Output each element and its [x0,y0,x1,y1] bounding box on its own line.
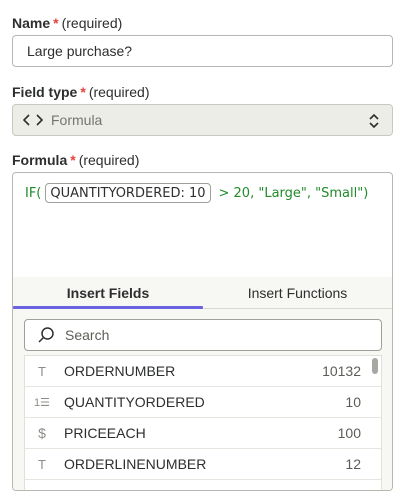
field-type-label: Field type * (required) [12,84,150,100]
required-asterisk: * [80,84,86,100]
name-input-value: Large purchase? [27,43,133,59]
search-input[interactable]: Search [24,319,382,351]
formula-expression[interactable]: IF( QUANTITYORDERED: 10 > 20, "Large", "… [25,183,368,203]
formula-label-text: Formula [12,152,68,168]
search-icon [37,326,55,344]
chevron-up-down-icon [368,112,380,133]
formula-prefix: IF( [25,185,42,201]
search-placeholder: Search [65,327,110,343]
name-input[interactable]: Large purchase? [12,35,393,67]
required-asterisk: * [70,152,76,168]
field-type-value: Formula [51,112,103,128]
list-item[interactable]: T ORDERLINENUMBER 12 [25,449,381,480]
insert-tabs: Insert Fields Insert Functions [13,277,392,309]
field-name: QUANTITYORDERED [64,394,205,410]
active-tab-indicator [13,306,203,309]
text-type-icon: T [38,456,46,472]
field-type-label-text: Field type [12,84,78,100]
scrollbar-thumb[interactable] [372,358,378,374]
insert-panel: Insert Fields Insert Functions Search T … [13,277,392,490]
text-type-icon: T [38,363,46,379]
required-text: (required) [78,152,140,168]
number-type-icon: 1☰ [34,396,50,409]
field-list: T ORDERNUMBER 10132 1☰ QUANTITYORDERED 1… [24,355,382,490]
required-asterisk: * [53,15,59,31]
list-item[interactable]: $ PRICEEACH 100 [25,418,381,449]
field-type-select[interactable]: Formula [12,104,393,136]
code-icon [23,113,43,127]
field-name: ORDERNUMBER [64,363,176,379]
tab-insert-fields[interactable]: Insert Fields [13,277,203,309]
list-item[interactable]: T ORDERNUMBER 10132 [25,356,381,387]
name-label-text: Name [12,15,51,31]
formula-field-editor: Name * (required) Large purchase? Field … [0,0,405,503]
field-name: PRICEEACH [64,425,146,441]
field-sample-value: 100 [337,425,361,441]
formula-suffix: > 20, "Large", "Small") [218,185,369,201]
name-label: Name * (required) [12,15,122,31]
list-item[interactable]: 1☰ QUANTITYORDERED 10 [25,387,381,418]
required-text: (required) [88,84,150,100]
field-sample-value: 10 [345,394,361,410]
field-sample-value: 10132 [322,363,361,379]
currency-type-icon: $ [38,425,46,441]
field-name: ORDERLINENUMBER [64,456,207,472]
formula-editor[interactable]: IF( QUANTITYORDERED: 10 > 20, "Large", "… [12,172,393,491]
formula-label: Formula * (required) [12,152,139,168]
tab-insert-functions[interactable]: Insert Functions [203,277,392,309]
field-token-pill[interactable]: QUANTITYORDERED: 10 [45,183,211,203]
field-sample-value: 12 [345,456,361,472]
required-text: (required) [61,15,123,31]
